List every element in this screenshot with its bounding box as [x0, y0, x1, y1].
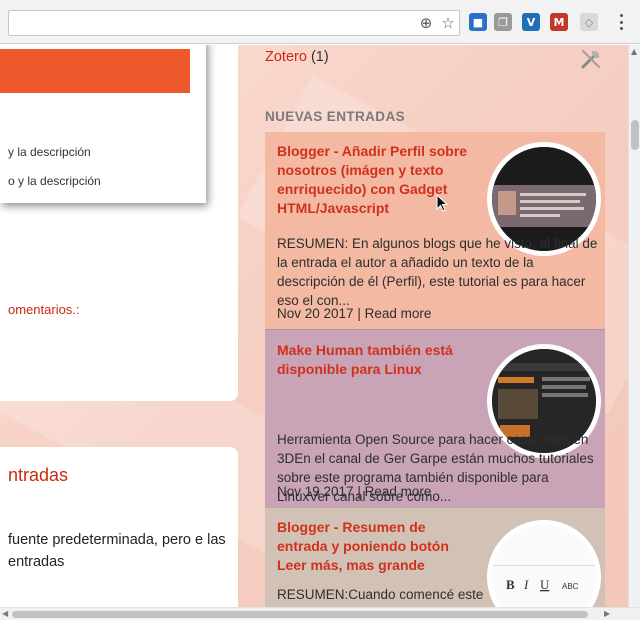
- comments-link[interactable]: omentarios.:: [8, 302, 80, 317]
- post-meta: Nov 19 2017 | Read more: [277, 484, 431, 499]
- preview-popup: y la descripción o y la descripción: [0, 45, 206, 203]
- post-title-link[interactable]: Blogger - Resumen de entrada y poniendo …: [277, 518, 473, 575]
- meta-separator: |: [357, 306, 361, 321]
- post-item: Make Human también está disponible para …: [265, 329, 605, 507]
- tools-icon[interactable]: [579, 47, 603, 71]
- zoom-icon[interactable]: ⊕: [415, 11, 437, 35]
- popup-line: o y la descripción: [8, 174, 101, 188]
- post-summary: RESUMEN: En algunos blogs que he visto, …: [277, 236, 598, 308]
- scroll-left-icon[interactable]: ◀: [2, 609, 8, 618]
- address-bar[interactable]: ⊕ ☆: [8, 10, 460, 36]
- read-more-link[interactable]: Read more: [365, 484, 432, 499]
- zotero-link[interactable]: Zotero: [265, 49, 307, 65]
- zotero-save-icon[interactable]: ■: [469, 13, 487, 31]
- popup-header-bar: [0, 49, 190, 93]
- window-bottom-edge: [0, 620, 640, 632]
- scroll-up-icon[interactable]: ▲: [631, 47, 637, 56]
- vimeo-icon[interactable]: V: [522, 13, 540, 31]
- post-summary: RESUMEN:Cuando comencé este: [277, 587, 484, 602]
- entries-card-title: ntradas: [8, 465, 69, 485]
- zotero-count: (1): [310, 49, 329, 65]
- post-meta: Nov 20 2017 | Read more: [277, 306, 431, 321]
- menu-icon[interactable]: [616, 12, 626, 32]
- entries-card: ntradas fuente predeterminada, pero e la…: [0, 447, 238, 607]
- meta-separator: |: [357, 484, 361, 499]
- entries-card-text: fuente predeterminada, pero e las entrad…: [8, 532, 226, 570]
- page-viewport: omentarios.: y la descripción o y la des…: [0, 45, 628, 607]
- copy-icon[interactable]: ❐: [494, 13, 512, 31]
- vertical-scroll-thumb[interactable]: [631, 120, 639, 150]
- tag-icon[interactable]: ◇: [580, 13, 598, 31]
- post-item: Blogger - Resumen de entrada y poniendo …: [265, 507, 605, 607]
- post-date: Nov 20 2017: [277, 306, 354, 321]
- scroll-right-icon[interactable]: ▶: [604, 609, 610, 618]
- post-title-link[interactable]: Make Human también está disponible para …: [277, 341, 473, 379]
- section-title: NUEVAS ENTRADAS: [265, 109, 406, 124]
- gmail-icon[interactable]: M: [550, 13, 568, 31]
- horizontal-scrollbar[interactable]: ◀ ▶: [0, 607, 640, 620]
- popup-line: y la descripción: [8, 145, 91, 159]
- bookmark-star-icon[interactable]: ☆: [437, 11, 459, 35]
- post-date: Nov 19 2017: [277, 484, 354, 499]
- post-item: Blogger - Añadir Perfil sobre nosotros (…: [265, 132, 605, 329]
- browser-toolbar: ⊕ ☆ ■ ❐ V M ◇: [0, 0, 640, 44]
- mouse-cursor-icon: [436, 194, 448, 212]
- vertical-scrollbar[interactable]: ▲: [628, 45, 640, 607]
- read-more-link[interactable]: Read more: [365, 306, 432, 321]
- zotero-label: Zotero (1): [265, 49, 329, 65]
- horizontal-scroll-thumb[interactable]: [12, 611, 588, 618]
